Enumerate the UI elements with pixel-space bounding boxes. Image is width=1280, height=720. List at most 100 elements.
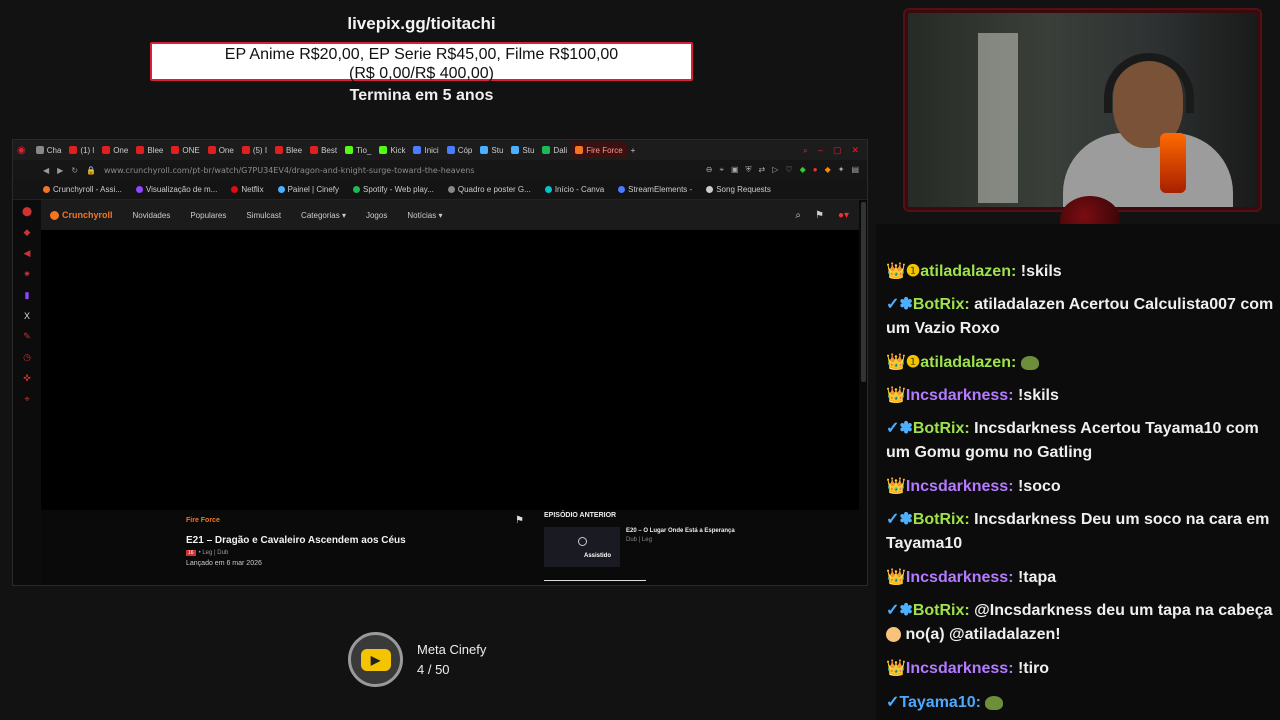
extension-green-icon[interactable]: ◆	[800, 165, 806, 175]
sidebar-home-icon[interactable]: ⬤	[22, 206, 32, 217]
browser-tab[interactable]: Fire Force	[571, 142, 627, 158]
chat-text: !tiro	[1013, 660, 1050, 677]
nav-simulcast[interactable]: Simulcast	[246, 211, 281, 220]
sidebar-x-icon[interactable]: X	[24, 311, 30, 321]
shield-icon[interactable]: ⛨	[746, 165, 752, 175]
minimize-icon[interactable]: –	[818, 145, 823, 156]
zoom-icon[interactable]: ⊖	[706, 165, 713, 175]
chat-username[interactable]: atiladalazen:	[920, 263, 1016, 280]
screenshot-icon[interactable]: ▣	[731, 165, 739, 175]
bookmark-item[interactable]: Visualização de m...	[135, 185, 217, 194]
browser-tab[interactable]: Best	[306, 142, 341, 158]
sidebar-icon[interactable]: ▤	[851, 165, 859, 175]
nav-populares[interactable]: Populares	[190, 211, 226, 220]
sidebar-bookmark-icon[interactable]: ◆	[24, 227, 31, 238]
sidebar-clock-icon[interactable]: ◷	[23, 352, 31, 363]
play-icon[interactable]: ▷	[772, 165, 778, 175]
chat-message: ✓Tayama10:	[886, 691, 1276, 715]
browser-tab[interactable]: Kick	[375, 142, 409, 158]
search-tabs-icon[interactable]: ⌕	[803, 145, 808, 156]
chat-username[interactable]: atiladalazen:	[920, 354, 1016, 371]
bookmark-item[interactable]: Painel | Cinefy	[277, 185, 339, 194]
watched-label: Assistido	[584, 553, 612, 559]
back-icon[interactable]: ◀	[43, 166, 49, 175]
browser-tab[interactable]: Inici	[409, 142, 442, 158]
browser-tab[interactable]: Tio_	[341, 142, 375, 158]
extension-icons: ⊖ ⌖ ▣ ⛨ ⇄ ▷ ♡ ◆ ● ◆ ✦ ▤	[706, 165, 867, 175]
previous-episode-card[interactable]: Assistido E20 – O Lugar Onde Está a Espe…	[544, 527, 744, 567]
translate-icon[interactable]: ⇄	[759, 165, 766, 175]
page-scrollbar[interactable]	[861, 202, 866, 382]
browser-tab[interactable]: Cha	[32, 142, 66, 158]
tab-label: (5) I	[252, 145, 268, 155]
previous-episode[interactable]: EPISÓDIO ANTERIOR Assistido E20 – O Luga…	[544, 512, 744, 581]
puzzle-icon[interactable]: ✦	[838, 165, 845, 175]
browser-tab[interactable]: (1) l	[65, 142, 98, 158]
bookmark-item[interactable]: Song Requests	[706, 185, 771, 194]
sidebar-twitch-icon[interactable]: ▮	[25, 290, 30, 301]
sidebar-games-icon[interactable]: ✜	[23, 373, 31, 384]
browser-tab[interactable]: (5) I	[238, 142, 271, 158]
chat-message: 👑Incsdarkness: !skils	[886, 384, 1276, 408]
browser-tab[interactable]: ONE	[167, 142, 203, 158]
browser-tab[interactable]: Stu	[476, 142, 507, 158]
browser-tab[interactable]: Blee	[132, 142, 167, 158]
extension-red-icon[interactable]: ●	[813, 165, 818, 175]
series-link[interactable]: Fire Force	[186, 517, 526, 524]
extension-orange-icon[interactable]: ◆	[825, 165, 831, 175]
chat-username[interactable]: Incsdarkness:	[906, 387, 1014, 404]
sidebar-map-icon[interactable]: ⌖	[24, 394, 29, 405]
chat-badge-icon: 👑	[886, 387, 906, 404]
reload-icon[interactable]: ↻	[71, 166, 78, 175]
tab-label: Cóp	[457, 145, 473, 155]
url-field[interactable]: www.crunchyroll.com/pt-br/watch/G7PU34EV…	[104, 166, 475, 175]
heart-icon[interactable]: ♡	[785, 165, 792, 175]
bookmark-item[interactable]: Spotify - Web play...	[353, 185, 434, 194]
watchlist-icon[interactable]: ⚑	[815, 210, 824, 221]
nav-novidades[interactable]: Novidades	[133, 211, 171, 220]
tab-bar: ◉ Cha (1) l One Blee ONE One (5) I Blee Best Tio_…	[13, 140, 867, 160]
chat-username[interactable]: Incsdarkness:	[906, 660, 1014, 677]
tab-label: Kick	[390, 145, 406, 155]
forward-icon[interactable]: ▶	[57, 166, 63, 175]
chat-username[interactable]: BotRix:	[913, 420, 970, 437]
chat-username[interactable]: Tayama10:	[899, 694, 981, 711]
bookmark-item[interactable]: Início - Canva	[544, 185, 604, 194]
chat-username[interactable]: BotRix:	[913, 511, 970, 528]
bookmark-item[interactable]: StreamElements -	[618, 185, 692, 194]
bookmark-favicon-icon	[618, 186, 626, 193]
previous-episode-thumbnail[interactable]: Assistido	[544, 527, 620, 567]
sidebar-settings-icon[interactable]: ✷	[23, 269, 31, 280]
loading-spinner-icon	[578, 537, 587, 546]
bookmark-item[interactable]: Quadro e poster G...	[447, 185, 531, 194]
chat-username[interactable]: Incsdarkness:	[906, 478, 1014, 495]
chat-badge-icon: 👑	[886, 569, 906, 586]
maximize-icon[interactable]: ▢	[833, 145, 842, 156]
close-icon[interactable]: ✕	[851, 145, 859, 156]
new-tab-button[interactable]: +	[627, 146, 636, 155]
video-player[interactable]	[41, 230, 859, 510]
browser-tab[interactable]: One	[98, 142, 132, 158]
chat-username[interactable]: BotRix:	[913, 602, 970, 619]
browser-tab[interactable]: One	[204, 142, 238, 158]
nav-categorias[interactable]: Categorias ▾	[301, 211, 346, 220]
pin-icon[interactable]: ⌖	[719, 165, 724, 175]
bookmark-icon[interactable]: ⚑	[515, 515, 524, 526]
avatar[interactable]: ●▾	[838, 210, 849, 221]
nav-jogos[interactable]: Jogos	[366, 211, 387, 220]
browser-tab[interactable]: Stu	[507, 142, 538, 158]
crunchyroll-logo[interactable]: Crunchyroll	[50, 210, 113, 220]
browser-tab[interactable]: Dali	[538, 142, 571, 158]
bookmark-item[interactable]: Crunchyroll - Assi...	[43, 185, 122, 194]
sidebar-history-icon[interactable]: ◀	[24, 248, 31, 259]
nav-noticias[interactable]: Notícias ▾	[407, 211, 442, 220]
search-icon[interactable]: ⌕	[795, 210, 801, 221]
chat-username[interactable]: Incsdarkness:	[906, 569, 1014, 586]
sidebar-edit-icon[interactable]: ✎	[23, 331, 31, 342]
bookmark-item[interactable]: Netflix	[231, 185, 264, 194]
chat-username[interactable]: BotRix:	[913, 296, 970, 313]
browser-tab[interactable]: Cóp	[443, 142, 477, 158]
browser-tab[interactable]: Blee	[271, 142, 306, 158]
chat-badge-icon: ✓✽	[886, 420, 913, 437]
browser-menu-icon[interactable]: ◉	[17, 145, 32, 156]
